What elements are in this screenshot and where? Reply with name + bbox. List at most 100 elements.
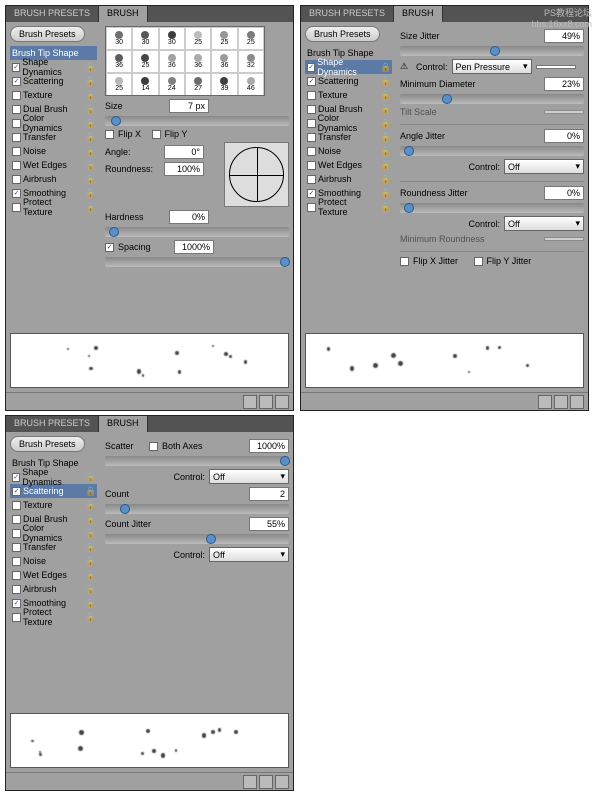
sidebar-item[interactable]: Noise🔒 xyxy=(10,554,97,568)
lock-icon[interactable]: 🔒 xyxy=(380,104,390,114)
option-checkbox[interactable] xyxy=(12,585,21,594)
brush-thumb[interactable]: 25 xyxy=(211,27,237,50)
size-slider[interactable] xyxy=(105,116,289,126)
lock-icon[interactable]: 🔒 xyxy=(380,90,390,100)
roundness-jitter-slider[interactable] xyxy=(400,203,584,213)
lock-icon[interactable]: 🔒 xyxy=(85,486,95,496)
option-checkbox[interactable] xyxy=(307,105,316,114)
angle-input[interactable]: 0° xyxy=(164,145,204,159)
flipx-jitter-checkbox[interactable] xyxy=(400,257,409,266)
brush-presets-button[interactable]: Brush Presets xyxy=(10,26,85,42)
lock-icon[interactable]: 🔒 xyxy=(85,118,95,128)
lock-icon[interactable]: 🔒 xyxy=(85,514,95,524)
lock-icon[interactable] xyxy=(85,458,95,468)
sidebar-item[interactable]: Protect Texture🔒 xyxy=(10,610,97,624)
option-checkbox[interactable] xyxy=(12,161,21,170)
brush-thumb[interactable]: 36 xyxy=(159,50,185,73)
lock-icon[interactable]: 🔒 xyxy=(380,146,390,156)
sidebar-item[interactable]: Texture🔒 xyxy=(305,88,392,102)
lock-icon[interactable]: 🔒 xyxy=(85,76,95,86)
option-checkbox[interactable] xyxy=(307,161,316,170)
new-icon[interactable] xyxy=(259,775,273,789)
option-checkbox[interactable] xyxy=(12,189,21,198)
sidebar-item[interactable]: Wet Edges🔒 xyxy=(305,158,392,172)
option-checkbox[interactable] xyxy=(307,133,316,142)
sidebar-item[interactable]: Protect Texture🔒 xyxy=(305,200,392,214)
lock-icon[interactable]: 🔒 xyxy=(85,598,95,608)
count-jitter-slider[interactable] xyxy=(105,534,289,544)
option-checkbox[interactable] xyxy=(12,91,21,100)
sidebar-item[interactable]: Color Dynamics🔒 xyxy=(305,116,392,130)
scatter-input[interactable]: 1000% xyxy=(249,439,289,453)
lock-icon[interactable]: 🔒 xyxy=(85,160,95,170)
option-checkbox[interactable] xyxy=(12,77,21,86)
option-checkbox[interactable] xyxy=(12,571,21,580)
control-dropdown[interactable]: Pen Pressure▾ xyxy=(452,59,532,74)
lock-icon[interactable]: 🔒 xyxy=(85,132,95,142)
sidebar-item[interactable]: Transfer🔒 xyxy=(305,130,392,144)
lock-icon[interactable]: 🔒 xyxy=(85,202,95,212)
sidebar-item[interactable]: Color Dynamics🔒 xyxy=(10,116,97,130)
option-checkbox[interactable] xyxy=(12,557,21,566)
lock-icon[interactable]: 🔒 xyxy=(85,500,95,510)
lock-icon[interactable]: 🔒 xyxy=(85,570,95,580)
control-dropdown[interactable]: Off▾ xyxy=(209,547,289,562)
angle-widget[interactable] xyxy=(229,147,284,202)
sidebar-item[interactable]: Scattering🔒 xyxy=(305,74,392,88)
flipx-checkbox[interactable] xyxy=(105,130,114,139)
control-dropdown[interactable]: Off▾ xyxy=(504,216,584,231)
lock-icon[interactable]: 🔒 xyxy=(85,556,95,566)
toggle-icon[interactable] xyxy=(538,395,552,409)
angle-jitter-slider[interactable] xyxy=(400,146,584,156)
option-checkbox[interactable] xyxy=(12,147,21,156)
brush-thumb[interactable]: 30 xyxy=(132,27,158,50)
option-checkbox[interactable] xyxy=(307,91,316,100)
brush-thumb[interactable]: 25 xyxy=(132,50,158,73)
sidebar-item[interactable]: Shape Dynamics🔒 xyxy=(10,60,97,74)
option-checkbox[interactable] xyxy=(12,175,21,184)
lock-icon[interactable]: 🔒 xyxy=(380,160,390,170)
sidebar-item[interactable]: Scattering🔒 xyxy=(10,74,97,88)
sidebar-item[interactable]: Shape Dynamics🔒 xyxy=(305,60,392,74)
lock-icon[interactable]: 🔒 xyxy=(380,202,390,212)
tab-presets[interactable]: BRUSH PRESETS xyxy=(6,416,99,432)
sidebar-item[interactable]: Noise🔒 xyxy=(10,144,97,158)
lock-icon[interactable]: 🔒 xyxy=(380,174,390,184)
option-checkbox[interactable] xyxy=(12,599,21,608)
control-value[interactable] xyxy=(536,65,576,69)
lock-icon[interactable]: 🔒 xyxy=(85,62,95,72)
lock-icon[interactable]: 🔒 xyxy=(85,104,95,114)
brush-thumb[interactable]: 32 xyxy=(238,50,264,73)
brush-thumb[interactable]: 25 xyxy=(106,73,132,96)
option-checkbox[interactable] xyxy=(12,613,21,622)
sidebar-item[interactable]: Texture🔒 xyxy=(10,498,97,512)
toggle-icon[interactable] xyxy=(243,775,257,789)
brush-presets-button[interactable]: Brush Presets xyxy=(305,26,380,42)
option-checkbox[interactable] xyxy=(307,77,316,86)
sidebar-item[interactable]: Wet Edges🔒 xyxy=(10,568,97,582)
lock-icon[interactable]: 🔒 xyxy=(85,90,95,100)
lock-icon[interactable]: 🔒 xyxy=(380,62,390,72)
brush-thumb[interactable]: 24 xyxy=(159,73,185,96)
size-jitter-slider[interactable] xyxy=(400,46,584,56)
lock-icon[interactable]: 🔒 xyxy=(85,542,95,552)
hardness-input[interactable]: 0% xyxy=(169,210,209,224)
spacing-checkbox[interactable] xyxy=(105,243,114,252)
brush-presets-button[interactable]: Brush Presets xyxy=(10,436,85,452)
min-diameter-slider[interactable] xyxy=(400,94,584,104)
new-icon[interactable] xyxy=(554,395,568,409)
angle-jitter-input[interactable]: 0% xyxy=(544,129,584,143)
option-checkbox[interactable] xyxy=(12,119,21,128)
brush-thumb[interactable]: 25 xyxy=(238,27,264,50)
toggle-icon[interactable] xyxy=(243,395,257,409)
lock-icon[interactable]: 🔒 xyxy=(85,612,95,622)
option-checkbox[interactable] xyxy=(307,203,316,212)
min-diameter-input[interactable]: 23% xyxy=(544,77,584,91)
sidebar-item[interactable]: Transfer🔒 xyxy=(10,130,97,144)
lock-icon[interactable]: 🔒 xyxy=(85,528,95,538)
brush-thumbs[interactable]: 303030252525362536363632251424273946 xyxy=(105,26,265,96)
sidebar-item[interactable]: Wet Edges🔒 xyxy=(10,158,97,172)
option-checkbox[interactable] xyxy=(12,515,21,524)
flipy-checkbox[interactable] xyxy=(152,130,161,139)
sidebar-item[interactable]: Scattering🔒 xyxy=(10,484,97,498)
